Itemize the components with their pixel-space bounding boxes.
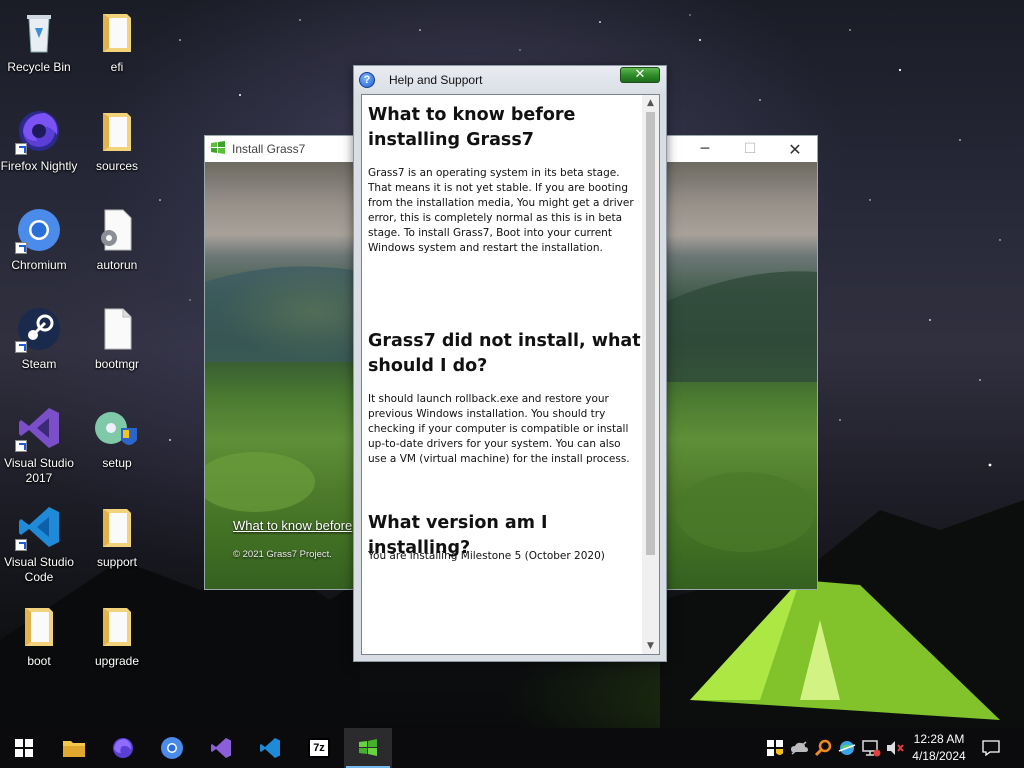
start-button[interactable] [0,728,48,768]
shortcut-arrow-icon [15,341,27,353]
desktop-icon-label: sources [95,159,139,173]
desktop-icon-recycle-bin[interactable]: Recycle Bin [0,8,78,75]
desktop-icon-label: Firefox Nightly [0,159,78,173]
folder-icon [93,503,141,551]
grass7-installer-icon [359,739,377,756]
section-heading: Grass7 did not install, what should I do… [368,331,641,376]
settings-file-icon [93,206,141,254]
scroll-up-arrow-icon[interactable]: ▲ [642,95,659,111]
scroll-down-arrow-icon[interactable]: ▼ [642,638,659,654]
shortcut-arrow-icon [15,242,27,254]
taskbar-chromium[interactable] [148,728,196,768]
search-magnifier-icon[interactable] [813,738,833,758]
network-status-icon[interactable] [861,738,881,758]
shortcut-arrow-icon [15,440,27,452]
recycle-bin-icon [15,8,63,56]
firefox-icon [113,738,133,758]
file-explorer-icon [63,741,85,757]
taskbar-visual-studio[interactable] [197,728,245,768]
folder-icon [93,107,141,155]
folder-icon [15,602,63,650]
scrollbar-thumb[interactable] [646,112,655,555]
help-title: Help and Support [389,72,483,87]
system-clock[interactable]: 12:28 AM 4/18/2024 [906,731,972,765]
vertical-scrollbar[interactable]: ▲ ▼ [642,95,659,654]
section-body: Grass7 is an operating system in its bet… [368,167,634,254]
folder-icon [93,602,141,650]
chromium-icon [15,206,63,254]
onedrive-offline-icon[interactable] [789,738,809,758]
desktop-icon-label: Chromium [11,258,67,272]
minimize-button[interactable]: ─ [682,136,728,162]
visual-studio-icon [211,738,231,758]
desktop-icon-label: Steam [21,357,57,371]
desktop-icon-boot[interactable]: boot [0,602,78,669]
what-to-know-link[interactable]: What to know before [233,518,352,533]
7zip-icon: 7z [308,738,330,758]
close-button[interactable]: ✕ [772,136,818,162]
grass7-logo-icon [210,140,226,159]
chromium-icon [161,737,183,759]
firefox-nightly-icon [15,107,63,155]
desktop-icon-efi[interactable]: efi [78,8,156,75]
taskbar: 7z 12:28 AM 4/18/2024 [0,728,1024,768]
desktop-icon-label: Visual Studio 2017 [4,456,74,485]
section-body: You are installing Milestone 5 (October … [368,550,605,562]
desktop-icon-label: support [96,555,138,569]
help-question-icon: ? [359,71,375,88]
desktop-icon-support[interactable]: support [78,503,156,570]
windows-security-icon[interactable] [765,738,785,758]
visual-studio-icon [15,404,63,452]
installer-title: Install Grass7 [232,142,306,156]
desktop-icon-chromium[interactable]: Chromium [0,206,78,273]
section-heading: What to know before installing Grass7 [368,105,576,150]
help-content-pane[interactable]: What to know before installing Grass7 Gr… [361,94,660,655]
vscode-icon [260,738,280,758]
desktop-icon-setup[interactable]: setup [78,404,156,471]
taskbar-7zip[interactable]: 7z [295,728,343,768]
desktop-icon-bootmgr[interactable]: bootmgr [78,305,156,372]
desktop-icon-upgrade[interactable]: upgrade [78,602,156,669]
desktop-icon-label: autorun [96,258,138,272]
desktop-icon-label: upgrade [94,654,140,668]
setup-icon [93,404,141,452]
folder-icon [93,8,141,56]
desktop-icon-label: Recycle Bin [7,60,71,74]
desktop-icon-visual-studio-2017[interactable]: Visual Studio 2017 [0,404,78,486]
desktop-icon-label: Visual Studio Code [4,555,74,584]
steam-icon [15,305,63,353]
desktop-icon-vscode[interactable]: Visual Studio Code [0,503,78,585]
notification-center-icon[interactable] [981,738,1001,758]
desktop-icon-label: boot [27,654,51,668]
taskbar-grass7-installer[interactable] [344,728,392,768]
copyright-text: © 2021 Grass7 Project. [233,549,332,560]
maximize-button[interactable]: ☐ [727,136,773,162]
help-and-support-window[interactable]: ? Help and Support ✕ What to know before… [353,65,667,662]
desktop-icon-autorun[interactable]: autorun [78,206,156,273]
start-icon [15,739,33,757]
section-body: It should launch rollback.exe and restor… [368,393,630,465]
clock-time: 12:28 AM [913,732,965,746]
taskbar-firefox[interactable] [99,728,147,768]
vscode-icon [15,503,63,551]
desktop-icon-steam[interactable]: Steam [0,305,78,372]
shortcut-arrow-icon [15,143,27,155]
clock-date: 4/18/2024 [912,749,966,763]
file-icon [93,305,141,353]
taskbar-file-explorer[interactable] [50,728,98,768]
desktop-icon-label: efi [110,60,124,74]
shortcut-arrow-icon [15,539,27,551]
taskbar-vscode[interactable] [246,728,294,768]
desktop-icon-label: bootmgr [94,357,140,371]
desktop-icon-firefox-nightly[interactable]: Firefox Nightly [0,107,78,174]
desktop-icon-label: setup [102,456,132,470]
help-close-button[interactable]: ✕ [620,67,660,83]
desktop-icon-sources[interactable]: sources [78,107,156,174]
network-globe-icon[interactable] [837,738,857,758]
volume-muted-icon[interactable] [885,738,905,758]
